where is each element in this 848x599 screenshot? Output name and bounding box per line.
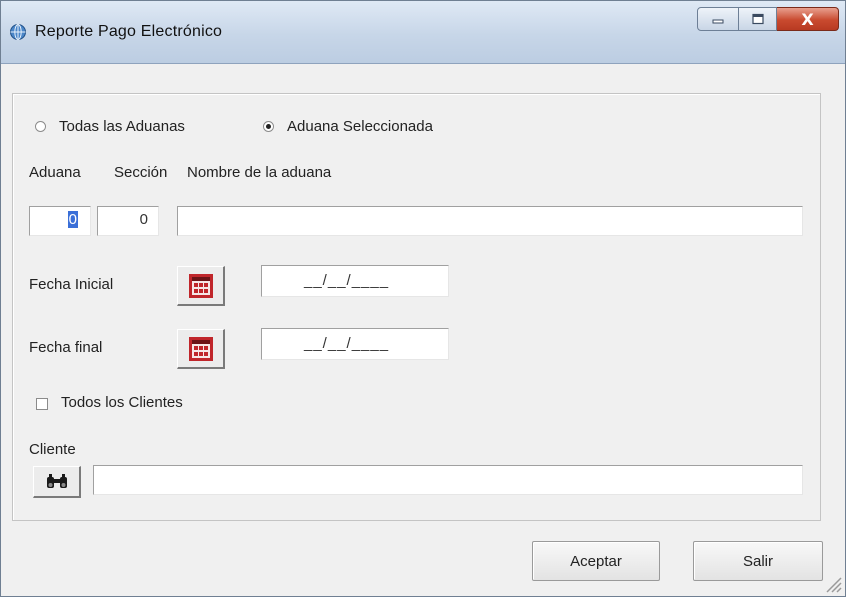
window-title: Reporte Pago Electrónico <box>35 23 223 40</box>
fecha-final-calendar-button[interactable] <box>177 329 225 369</box>
fecha-final-value: __/__/____ <box>304 335 390 352</box>
cliente-input[interactable] <box>93 465 803 495</box>
minimize-icon <box>712 19 724 24</box>
maximize-icon <box>751 13 764 25</box>
fecha-inicial-calendar-button[interactable] <box>177 266 225 306</box>
seccion-value: 0 <box>139 211 148 228</box>
close-icon: X <box>801 9 814 29</box>
binoculars-icon <box>46 473 67 488</box>
cliente-label: Cliente <box>29 441 76 458</box>
maximize-button[interactable] <box>739 7 777 31</box>
col-aduana-label: Aduana <box>29 164 81 181</box>
calendar-icon <box>188 273 213 298</box>
aduana-code-input[interactable]: 0 <box>29 206 91 236</box>
calendar-icon <box>188 336 213 361</box>
col-nombre-label: Nombre de la aduana <box>187 164 332 181</box>
fecha-inicial-input[interactable]: __/__/____ <box>261 265 449 297</box>
aceptar-button[interactable]: Aceptar <box>532 541 660 581</box>
filter-group <box>12 93 821 521</box>
radio-todas-aduanas[interactable] <box>35 121 46 132</box>
title-bar[interactable]: Reporte Pago Electrónico X <box>1 1 845 64</box>
cliente-search-button[interactable] <box>33 466 81 498</box>
report-window: Reporte Pago Electrónico X Todas las Adu… <box>0 0 846 597</box>
minimize-button[interactable] <box>697 7 739 31</box>
globe-icon <box>10 24 26 40</box>
radio-aduana-seleccionada-label[interactable]: Aduana Seleccionada <box>287 118 433 135</box>
todos-clientes-checkbox[interactable] <box>36 398 48 410</box>
window-controls: X <box>697 7 839 33</box>
seccion-input[interactable]: 0 <box>97 206 159 236</box>
resize-grip-icon[interactable] <box>821 572 843 594</box>
todos-clientes-label[interactable]: Todos los Clientes <box>61 394 183 411</box>
aduana-code-value: 0 <box>67 211 78 228</box>
aduana-name-input[interactable] <box>177 206 803 236</box>
fecha-inicial-value: __/__/____ <box>304 272 390 289</box>
fecha-final-label: Fecha final <box>29 339 103 356</box>
salir-button[interactable]: Salir <box>693 541 823 581</box>
fecha-final-input[interactable]: __/__/____ <box>261 328 449 360</box>
fecha-inicial-label: Fecha Inicial <box>29 276 114 293</box>
radio-todas-aduanas-label[interactable]: Todas las Aduanas <box>59 118 185 135</box>
col-seccion-label: Sección <box>114 164 168 181</box>
close-button[interactable]: X <box>777 7 839 31</box>
radio-aduana-seleccionada[interactable] <box>263 121 274 132</box>
